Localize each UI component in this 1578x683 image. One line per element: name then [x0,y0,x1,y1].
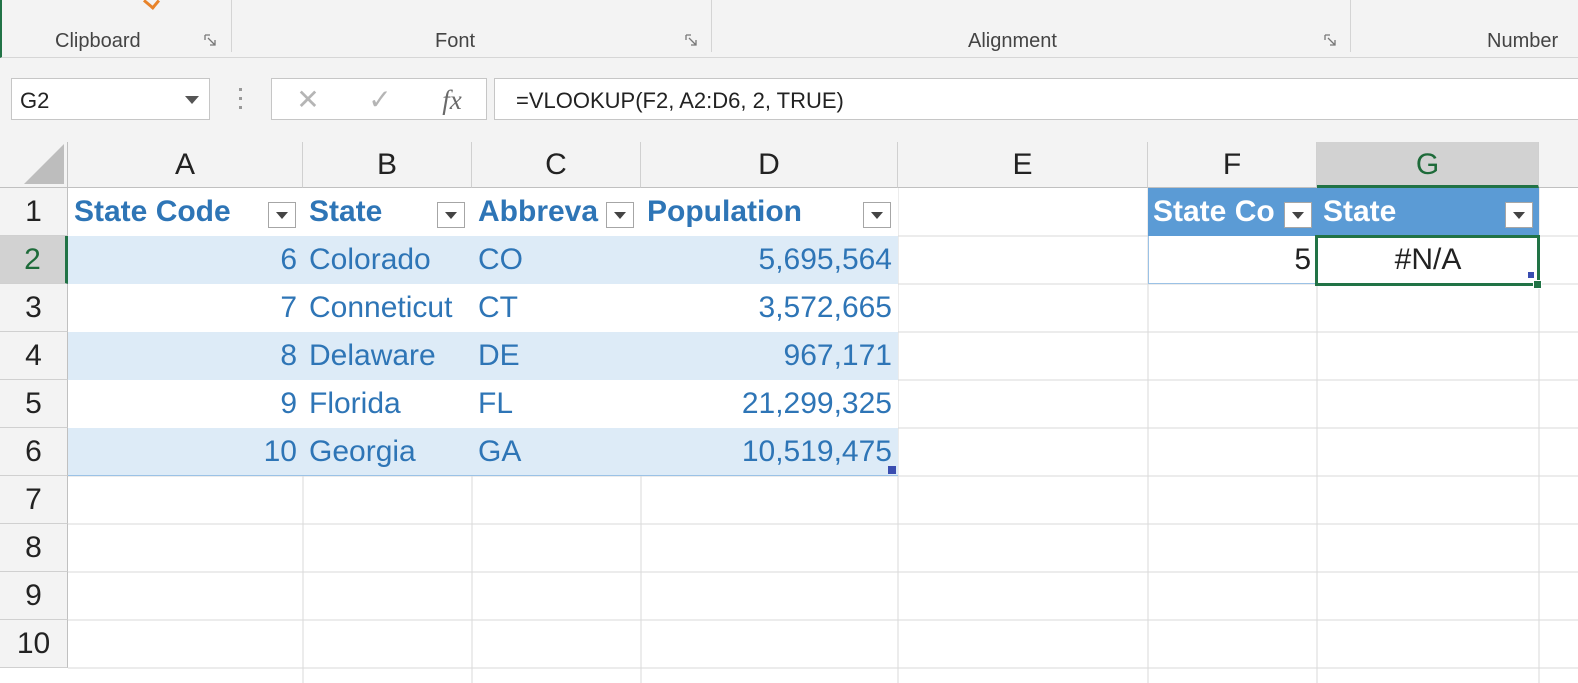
row-header-3[interactable]: 3 [0,284,68,332]
table-cell[interactable]: Conneticut [303,284,472,332]
active-cell-selection [1315,235,1540,286]
ribbon: Clipboard Font Alignment Number [0,0,1578,58]
table2-cell-state-code[interactable]: 5 [1148,236,1317,284]
table-resize-handle[interactable] [888,466,896,474]
table-cell[interactable]: 5,695,564 [641,236,898,284]
row-header-10[interactable]: 10 [0,620,68,668]
column-header-g[interactable]: G [1317,142,1539,188]
filter-dropdown-icon[interactable] [1284,202,1312,228]
table1-header-state-code[interactable]: State Code [68,188,303,236]
dialog-launcher-icon[interactable] [204,34,216,46]
table-cell[interactable]: CT [472,284,641,332]
cancel-icon[interactable]: ✕ [288,83,328,117]
column-header-b[interactable]: B [303,142,472,188]
table-cell[interactable]: 3,572,665 [641,284,898,332]
table2-header-state-code[interactable]: State Co [1148,188,1317,236]
row-header-5[interactable]: 5 [0,380,68,428]
formula-buttons: ✕ ✓ fx [271,78,487,120]
row-header-6[interactable]: 6 [0,428,68,476]
table-cell[interactable]: GA [472,428,641,476]
table-cell[interactable]: Georgia [303,428,472,476]
formula-text: =VLOOKUP(F2, A2:D6, 2, TRUE) [516,88,844,113]
table1-header-population[interactable]: Population [641,188,898,236]
row-header-8[interactable]: 8 [0,524,68,572]
table-cell[interactable]: FL [472,380,641,428]
table-cell[interactable]: 21,299,325 [641,380,898,428]
table-resize-handle[interactable] [1528,272,1534,278]
filter-dropdown-icon[interactable] [437,202,465,228]
table-cell[interactable]: Colorado [303,236,472,284]
table-cell[interactable]: 7 [68,284,303,332]
table2-header-state[interactable]: State [1317,188,1539,236]
table-cell[interactable]: 10,519,475 [641,428,898,476]
chevron-down-icon[interactable] [185,96,199,104]
column-header-h[interactable] [1539,142,1578,188]
table-cell[interactable]: 10 [68,428,303,476]
table-cell[interactable]: 9 [68,380,303,428]
column-header-c[interactable]: C [472,142,641,188]
filter-dropdown-icon[interactable] [606,202,634,228]
column-header-e[interactable]: E [898,142,1148,188]
column-header-f[interactable]: F [1148,142,1317,188]
column-header-a[interactable]: A [68,142,303,188]
dialog-launcher-icon[interactable] [685,34,697,46]
table1-header-state[interactable]: State [303,188,472,236]
clipboard-group: Clipboard [2,0,231,58]
resize-grip-icon[interactable] [238,88,244,114]
fill-handle[interactable] [1533,280,1542,289]
worksheet-grid[interactable]: A B C D E F G 1 2 3 4 5 6 7 8 9 10 State… [0,142,1578,683]
formula-bar-area: G2 ✕ ✓ fx =VLOOKUP(F2, A2:D6, 2, TRUE) [0,58,1578,142]
font-group-label: Font [435,30,476,52]
table-cell[interactable]: CO [472,236,641,284]
alignment-group-label: Alignment [968,30,1057,52]
dialog-launcher-icon[interactable] [1324,34,1336,46]
row-header-7[interactable]: 7 [0,476,68,524]
number-group: Number [1351,0,1578,58]
clipboard-group-label: Clipboard [55,30,141,52]
filter-dropdown-icon[interactable] [863,202,891,228]
table-cell[interactable]: 967,171 [641,332,898,380]
number-group-label: Number [1487,30,1559,52]
enter-icon[interactable]: ✓ [360,83,400,117]
table-cell[interactable]: 6 [68,236,303,284]
filter-dropdown-icon[interactable] [268,202,296,228]
select-all-button[interactable] [0,142,68,188]
name-box[interactable]: G2 [11,78,210,120]
filter-dropdown-icon[interactable] [1505,202,1533,228]
column-header-d[interactable]: D [641,142,898,188]
name-box-value: G2 [20,88,50,113]
insert-function-icon[interactable]: fx [432,83,472,117]
row-header-4[interactable]: 4 [0,332,68,380]
alignment-group: Alignment [712,0,1350,58]
table-cell[interactable]: Delaware [303,332,472,380]
font-group: Font [232,0,711,58]
row-header-2[interactable]: 2 [0,236,68,284]
table-cell[interactable]: DE [472,332,641,380]
table-cell[interactable]: Florida [303,380,472,428]
row-header-9[interactable]: 9 [0,572,68,620]
row-header-1[interactable]: 1 [0,188,68,236]
formula-input[interactable]: =VLOOKUP(F2, A2:D6, 2, TRUE) [494,78,1578,120]
table-cell[interactable]: 8 [68,332,303,380]
table1-header-abbreviation[interactable]: Abbreva [472,188,641,236]
